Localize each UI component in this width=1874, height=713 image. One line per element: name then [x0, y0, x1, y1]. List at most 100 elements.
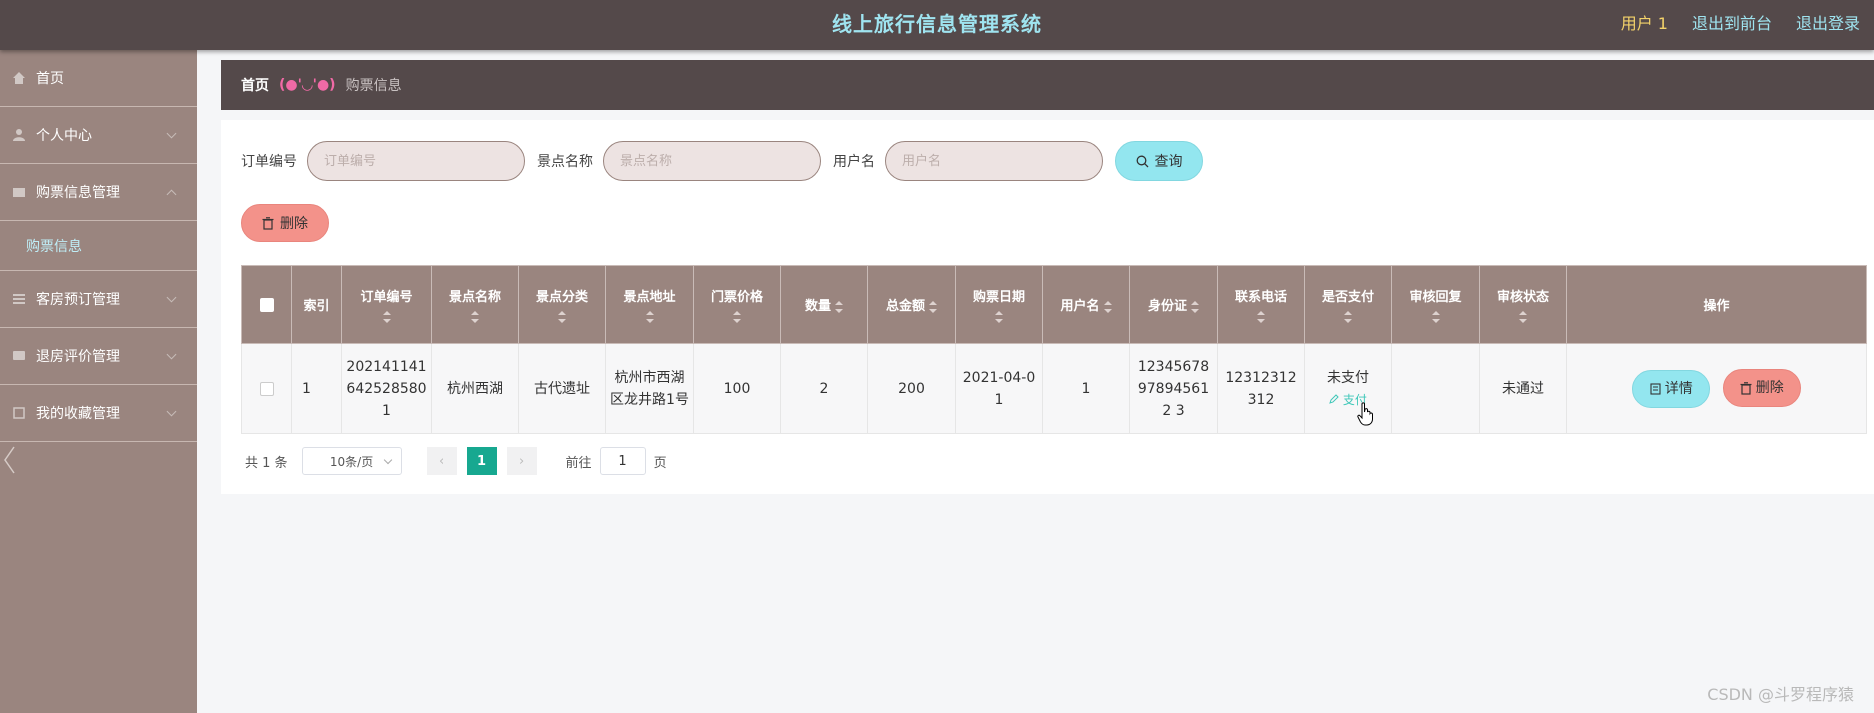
sort-icon[interactable] [382, 311, 391, 323]
comment-icon [13, 351, 25, 360]
logout-link[interactable]: 退出登录 [1796, 10, 1860, 34]
username-input[interactable] [885, 141, 1103, 181]
cell-reply [1391, 343, 1480, 434]
select-all-checkbox[interactable] [259, 297, 274, 312]
edit-icon [1329, 393, 1339, 404]
spot-name-input[interactable] [603, 141, 821, 181]
table-header-row: 索引 订单编号 景点名称 景点分类 景点地址 门票价格 数量 总金额 购票日期 … [241, 265, 1867, 344]
page-size-select[interactable]: 10条/页 [301, 447, 402, 475]
row-select-cell[interactable] [241, 343, 292, 434]
col-order-no[interactable]: 订单编号 [341, 265, 432, 344]
sidebar-item-label: 退房评价管理 [36, 349, 120, 365]
col-spot-name[interactable]: 景点名称 [431, 265, 519, 344]
sort-icon[interactable] [1519, 311, 1527, 323]
sort-icon[interactable] [1103, 300, 1112, 313]
sidebar-subitem-ticket-info[interactable]: 购票信息 [0, 221, 197, 271]
cell-username: 1 [1042, 343, 1130, 434]
col-id-card[interactable]: 身份证 [1129, 265, 1218, 344]
back-to-front-link[interactable]: 退出到前台 [1692, 10, 1772, 34]
next-page-button[interactable]: › [506, 447, 537, 475]
sidebar-item-ticket-management[interactable]: 购票信息管理 [0, 164, 197, 221]
search-row: 订单编号 景点名称 用户名 查询 [241, 140, 1203, 182]
sidebar-item-label: 购票信息管理 [36, 185, 120, 201]
cell-category: 古代遗址 [518, 343, 606, 434]
pay-link[interactable]: 支付 [1309, 389, 1387, 411]
col-date[interactable]: 购票日期 [955, 265, 1043, 344]
col-username[interactable]: 用户名 [1042, 265, 1130, 344]
sidebar-item-label: 我的收藏管理 [36, 406, 120, 422]
col-total[interactable]: 总金额 [867, 265, 956, 344]
query-button-label: 查询 [1154, 154, 1183, 170]
table-row: 1 2021411416425285801 杭州西湖 古代遗址 杭州市西湖区龙井… [241, 343, 1867, 434]
current-user: 用户 1 [1620, 14, 1668, 33]
col-reply[interactable]: 审核回复 [1391, 265, 1480, 344]
order-no-input[interactable] [307, 141, 525, 181]
chevron-down-icon [166, 406, 177, 417]
sidebar-item-home[interactable]: 首页 [0, 50, 197, 107]
breadcrumb-separator: (●'◡'●) [279, 77, 336, 93]
chevron-down-icon [166, 292, 177, 303]
col-phone[interactable]: 联系电话 [1217, 265, 1305, 344]
sort-icon[interactable] [929, 300, 937, 313]
goto-page-input[interactable] [599, 447, 646, 475]
sidebar-item-profile[interactable]: 个人中心 [0, 107, 197, 164]
top-actions: 用户 1 退出到前台 退出登录 [1621, 10, 1860, 34]
breadcrumb-home[interactable]: 首页 [241, 75, 269, 95]
batch-delete-button[interactable]: 删除 [241, 204, 329, 242]
page-suffix: 页 [653, 455, 667, 471]
sort-icon[interactable] [471, 311, 479, 323]
select-all-cell[interactable] [241, 265, 292, 344]
home-icon [13, 72, 25, 84]
chevron-up-icon [166, 189, 177, 200]
cell-id-card: 12345678978945612 3 [1129, 343, 1218, 434]
spot-name-label: 景点名称 [537, 154, 593, 170]
cell-price: 100 [693, 343, 781, 434]
prev-page-button[interactable]: ‹ [426, 447, 457, 475]
sort-icon[interactable] [645, 311, 654, 323]
cell-index: 1 [291, 343, 342, 434]
detail-button[interactable]: 详情 [1632, 369, 1711, 408]
order-no-label: 订单编号 [241, 154, 297, 170]
cell-phone: 12312312312 [1217, 343, 1305, 434]
trash-icon [262, 216, 274, 230]
sort-icon[interactable] [835, 300, 843, 313]
sort-icon[interactable] [995, 311, 1003, 323]
col-paid[interactable]: 是否支付 [1304, 265, 1392, 344]
top-header: 线上旅行信息管理系统 用户 1 退出到前台 退出登录 [0, 0, 1874, 50]
col-price[interactable]: 门票价格 [693, 265, 781, 344]
chevron-down-icon [383, 455, 392, 465]
row-delete-button[interactable]: 删除 [1722, 369, 1801, 408]
sidebar-item-favorites[interactable]: 我的收藏管理 [0, 385, 197, 442]
sort-icon[interactable] [1431, 311, 1440, 323]
sort-icon[interactable] [558, 311, 566, 323]
col-qty[interactable]: 数量 [780, 265, 868, 344]
hand-cursor-icon [1357, 402, 1373, 426]
breadcrumb-current: 购票信息 [345, 78, 402, 94]
goto-label: 前往 [565, 455, 592, 471]
app-title: 线上旅行信息管理系统 [832, 12, 1042, 36]
sidebar-item-label: 客房预订管理 [36, 292, 120, 308]
sidebar-item-label: 首页 [36, 71, 64, 87]
sidebar-item-room-booking[interactable]: 客房预订管理 [0, 271, 197, 328]
cell-status: 未通过 [1479, 343, 1567, 434]
cell-qty: 2 [780, 343, 868, 434]
cell-paid: 未支付 支付 [1304, 343, 1392, 434]
cell-address: 杭州市西湖区龙井路1号 [605, 343, 694, 434]
col-actions: 操作 [1566, 265, 1867, 344]
sort-icon[interactable] [733, 311, 741, 323]
sort-icon[interactable] [1191, 300, 1199, 313]
sort-icon[interactable] [1257, 311, 1265, 323]
page-number-button[interactable]: 1 [466, 447, 497, 475]
cell-date: 2021-04-01 [955, 343, 1043, 434]
col-address[interactable]: 景点地址 [605, 265, 694, 344]
watermark: CSDN @斗罗程序猿 [1707, 685, 1854, 704]
col-index: 索引 [291, 265, 342, 344]
sidebar-item-checkout-review[interactable]: 退房评价管理 [0, 328, 197, 385]
col-category[interactable]: 景点分类 [518, 265, 606, 344]
collapse-sidebar-icon[interactable] [2, 445, 18, 475]
row-checkbox[interactable] [259, 381, 274, 396]
sort-icon[interactable] [1344, 311, 1352, 323]
search-icon [1136, 155, 1148, 167]
query-button[interactable]: 查询 [1115, 141, 1203, 181]
col-status[interactable]: 审核状态 [1479, 265, 1567, 344]
